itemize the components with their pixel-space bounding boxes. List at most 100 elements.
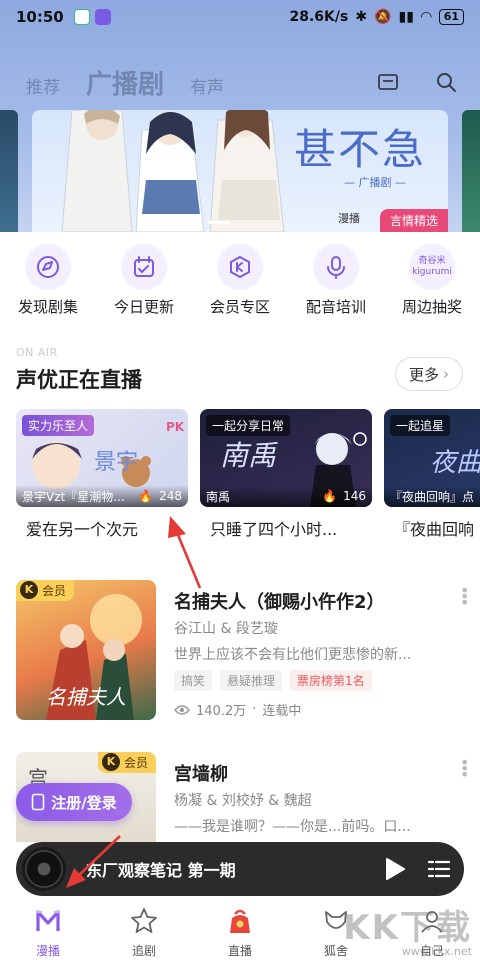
nav-item-profile[interactable]: 自己: [384, 900, 480, 960]
mail-icon[interactable]: [376, 70, 400, 94]
drama-tag[interactable]: 悬疑推理: [220, 670, 283, 691]
mute-icon: 🔕: [374, 9, 392, 25]
tab-audio[interactable]: 有声: [190, 73, 224, 98]
live-card-3[interactable]: 夜曲 一起追星 『夜曲回响』点: [384, 409, 480, 507]
vip-k-icon: K: [20, 581, 38, 599]
nav-label: 狐舍: [323, 944, 348, 958]
drama-cover: 名捕夫人 K 会员: [16, 580, 156, 720]
status-bar: 10:50 28.6K/s ✱ 🔕 ▮▮ ◠ 61: [0, 0, 480, 34]
play-icon: [386, 858, 405, 880]
stats-separator: ·: [252, 702, 257, 717]
quick-entry-discover[interactable]: 发现剧集: [0, 244, 96, 317]
drama-tag[interactable]: 搞笑: [174, 670, 213, 691]
search-icon[interactable]: [434, 70, 458, 94]
vip-badge-label: 会员: [123, 756, 148, 770]
phone-icon: [31, 793, 45, 811]
drama-plays: 140.2万: [196, 704, 247, 719]
live-heat: 248: [159, 489, 182, 503]
live-tag: 一起分享日常: [206, 415, 291, 436]
svg-text:南禹: 南禹: [220, 439, 279, 472]
more-options-icon[interactable]: • • •: [460, 583, 469, 611]
player-track-title: 东厂观察笔记 第一期: [86, 861, 236, 880]
banner-prev-peek[interactable]: [0, 110, 18, 232]
section-title: 声优正在直播: [16, 368, 142, 392]
player-disc-artwork[interactable]: [22, 847, 66, 891]
more-options-icon[interactable]: • • •: [460, 755, 469, 783]
quick-entry-label: 配音培训: [305, 298, 366, 316]
battery-indicator: 61: [438, 9, 464, 25]
chevron-right-icon: ›: [443, 365, 449, 383]
live-card-footer: 『夜曲回响』点: [384, 485, 480, 507]
login-register-label: 注册/登录: [51, 793, 117, 812]
drama-stats: 140.2万 · 连载中: [174, 700, 301, 719]
drama-rank-tag[interactable]: 票房榜第1名: [290, 670, 372, 691]
microphone-icon: [313, 244, 359, 290]
nav-item-live[interactable]: 直播: [192, 900, 288, 960]
live-card-1[interactable]: 景宇 PK 实力乐至人 景宇Vzt『星潮物... 🔥 248: [16, 409, 188, 507]
fox-icon: [325, 911, 347, 929]
flame-icon: 🔥: [138, 489, 154, 503]
drama-description: 世界上应该不会有比他们更悲惨的新...: [174, 647, 412, 663]
live-host: 南禹: [206, 489, 231, 504]
banner-logo: 漫播: [338, 212, 360, 225]
live-host: 景宇Vzt『星潮物...: [22, 489, 125, 504]
banner-title: 甚不急: [293, 125, 426, 174]
more-button[interactable]: 更多 ›: [395, 357, 463, 391]
live-card-2[interactable]: 南禹 一起分享日常 南禹 🔥 146: [200, 409, 372, 507]
drama-item-1[interactable]: 名捕夫人 K 会员 名捕夫人（御赐小仵作2） 谷江山 & 段艺璇 世界上应该不会…: [16, 580, 469, 722]
star-icon: [131, 908, 157, 933]
quick-entry-today-update[interactable]: 今日更新: [96, 244, 192, 317]
drama-cast: 杨凝 & 刘校妤 & 魏超: [174, 793, 312, 809]
live-heat: 146: [343, 489, 366, 503]
quick-entry-vip[interactable]: 会员专区: [192, 244, 288, 317]
nav-item-home[interactable]: 漫播: [0, 900, 96, 960]
play-button[interactable]: [380, 854, 410, 884]
svg-text:景宇: 景宇: [94, 450, 138, 475]
live-caption[interactable]: 『夜曲回响: [394, 516, 480, 540]
bluetooth-icon: ✱: [355, 9, 368, 25]
svg-text:夜曲: 夜曲: [430, 448, 480, 478]
mini-player[interactable]: 东厂观察笔记 第一期: [16, 842, 464, 896]
nav-label: 漫播: [35, 944, 60, 958]
app-notification-icon-2: [94, 9, 111, 25]
quick-entry-row: 发现剧集 今日更新 会员专区 配音培训 奇谷米 kigurumi 周边抽奖: [0, 244, 480, 317]
manbo-logo-icon: [36, 910, 60, 931]
discover-icon: [25, 244, 71, 290]
promo-banner[interactable]: 甚不急 — 广播剧 — 漫播 言情精选: [32, 110, 448, 232]
vip-badge-label: 会员: [42, 584, 67, 598]
live-tag: 一起追星: [390, 415, 451, 436]
quick-entry-dubbing-training[interactable]: 配音培训: [288, 244, 384, 317]
tab-recommend[interactable]: 推荐: [26, 73, 60, 98]
svg-text:PK: PK: [166, 420, 185, 434]
tab-radio-drama[interactable]: 广播剧: [86, 64, 164, 101]
section-eyebrow: ON AIR: [16, 346, 58, 359]
vip-k-icon: K: [101, 753, 120, 771]
drama-cover-text: 名捕夫人: [46, 685, 126, 709]
nav-item-fox-house[interactable]: 狐舍: [288, 900, 384, 960]
nav-label: 直播: [227, 944, 252, 958]
quick-entry-merch-lottery[interactable]: 奇谷米 kigurumi 周边抽奖: [384, 244, 480, 317]
live-tag: 实力乐至人: [22, 415, 95, 436]
nav-item-follow[interactable]: 追剧: [96, 900, 192, 960]
nav-label: 追剧: [131, 944, 156, 958]
eye-icon: [174, 704, 190, 715]
calendar-update-icon: [121, 244, 167, 290]
drama-status: 连载中: [262, 704, 302, 719]
login-register-button[interactable]: 注册/登录: [16, 783, 132, 821]
flame-icon: 🔥: [322, 489, 338, 503]
live-caption[interactable]: 只睡了四个小时...: [210, 516, 382, 540]
banner-next-peek[interactable]: [462, 110, 480, 232]
live-caption[interactable]: 爱在另一个次元: [26, 516, 198, 540]
banner-badge: 言情精选: [379, 209, 448, 232]
drama-cast: 谷江山 & 段艺璇: [174, 621, 278, 637]
live-card-footer: 南禹 🔥 146: [200, 485, 372, 507]
quick-entry-label: 发现剧集: [17, 298, 78, 316]
profile-icon: [421, 911, 443, 933]
drama-description: ——我是谁啊？——你是...前吗。口...: [174, 819, 411, 835]
status-time: 10:50: [16, 8, 64, 26]
playlist-icon[interactable]: [426, 856, 452, 882]
kigurumi-icon: 奇谷米 kigurumi: [409, 244, 455, 290]
bottom-navigation: 漫播 追剧 直播 狐舍 自己: [0, 900, 480, 960]
app-screen: 10:50 28.6K/s ✱ 🔕 ▮▮ ◠ 61 推荐 广播剧 有声 甚不急 …: [0, 0, 480, 960]
network-speed: 28.6K/s: [289, 9, 349, 25]
